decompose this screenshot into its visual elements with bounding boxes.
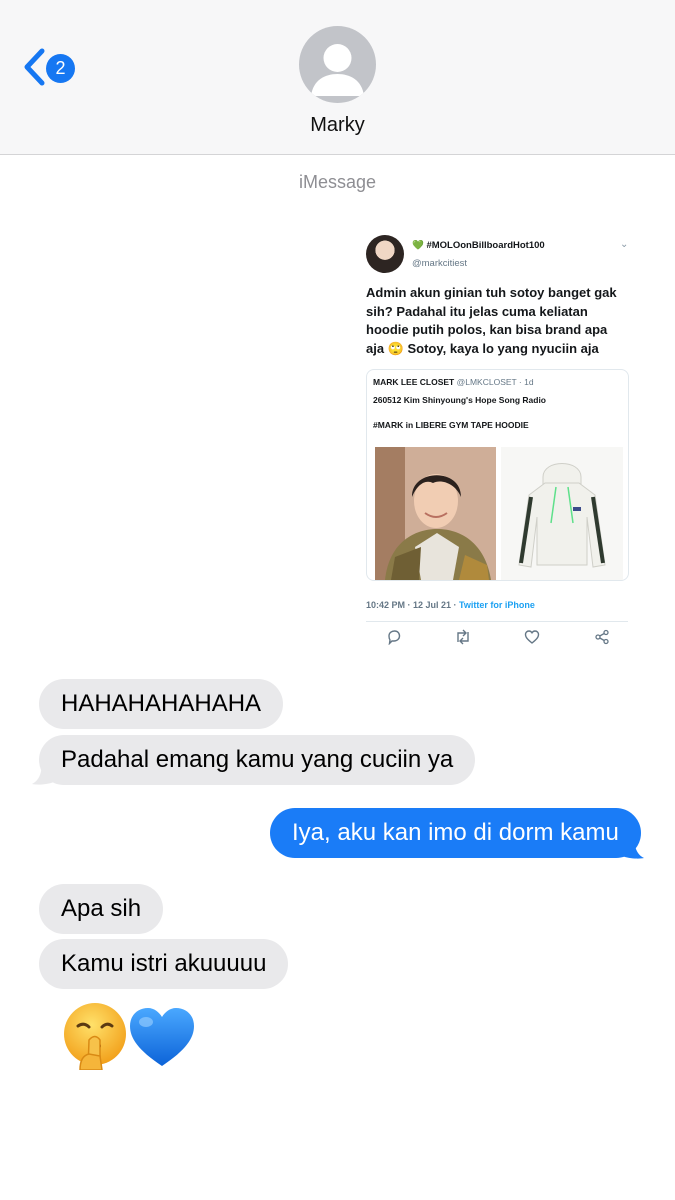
reply-icon: [386, 629, 402, 650]
tweet-timestamp: 10:42 PM · 12 Jul 21 · Twitter for iPhon…: [366, 600, 535, 610]
quoted-photo-person: [375, 447, 496, 580]
conversation-header: 2 Marky: [0, 0, 675, 155]
quoted-tweet-header: MARK LEE CLOSET @LMKCLOSET · 1d: [373, 377, 534, 387]
quoted-handle-time: @LMKCLOSET · 1d: [456, 377, 534, 387]
unread-count-badge: 2: [46, 54, 75, 83]
tweet-display-name: 💚 #MOLOonBillboardHot100: [412, 240, 545, 251]
quoted-photo-hoodie: [501, 447, 623, 580]
chevron-down-icon: ⌄: [620, 239, 629, 250]
received-message[interactable]: Apa sih: [39, 884, 164, 934]
chevron-left-icon: [24, 48, 45, 86]
received-message[interactable]: HAHAHAHAHAHA: [39, 679, 284, 729]
retweet-icon: [454, 629, 472, 650]
sent-message[interactable]: Iya, aku kan imo di dorm kamu: [270, 808, 641, 858]
service-label: iMessage: [298, 172, 377, 192]
received-message[interactable]: Kamu istri akuuuuu: [39, 939, 289, 989]
tweet-time: 10:42 PM · 12 Jul 21 ·: [366, 600, 460, 610]
contact-avatar[interactable]: [299, 26, 376, 103]
divider: [366, 621, 628, 622]
quoted-text-line: #MARK in LIBERE GYM TAPE HOODIE: [373, 420, 529, 430]
emoji-message[interactable]: 🤫💙: [62, 1000, 202, 1071]
tweet-text: Admin akun ginian tuh sotoy banget gak s…: [366, 285, 617, 356]
tweet-screenshot-image[interactable]: 💚 #MOLOonBillboardHot100 @markcitiest ⌄ …: [354, 222, 640, 662]
quoted-user-name: MARK LEE CLOSET: [373, 377, 455, 387]
tweet-actions: [366, 627, 628, 651]
contact-name[interactable]: Marky: [0, 114, 675, 137]
tweet-handle: @markcitiest: [412, 258, 468, 269]
heart-icon: [524, 629, 540, 650]
tweet-source: Twitter for iPhone: [459, 600, 535, 610]
received-message[interactable]: Padahal emang kamu yang cuciin ya: [39, 735, 476, 785]
shushing-face-and-blue-heart-icon: [64, 1003, 194, 1071]
tweet-avatar: [366, 235, 404, 273]
back-button[interactable]: 2: [22, 48, 82, 88]
person-silhouette-icon: [311, 44, 364, 96]
quoted-tweet: MARK LEE CLOSET @LMKCLOSET · 1d 260512 K…: [366, 369, 629, 581]
share-icon: [594, 629, 610, 650]
quoted-text-line: 260512 Kim Shinyoung's Hope Song Radio: [373, 395, 546, 405]
